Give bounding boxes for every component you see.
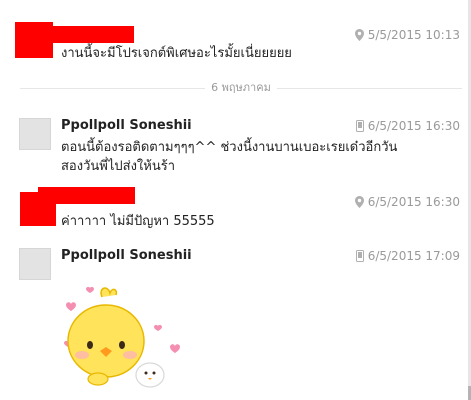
- yellow-chick-sticker[interactable]: [58, 283, 186, 391]
- sender-name[interactable]: Ppollpoll Soneshii: [61, 248, 192, 263]
- message-item: Ppollpoll Soneshii 6/5/2015 16:30 ตอนนี้…: [0, 110, 466, 180]
- phone-icon: [355, 250, 364, 262]
- message-timestamp: 6/5/2015 16:30: [367, 119, 460, 133]
- divider-text: 6 พฤษภาคม: [205, 81, 277, 94]
- sender-name[interactable]: Ppollpoll Soneshii: [61, 118, 192, 133]
- message-meta: 6/5/2015 17:09: [355, 249, 460, 263]
- avatar[interactable]: [19, 248, 51, 280]
- date-divider: 6 พฤษภาคม: [20, 80, 462, 96]
- message-text: ตอนนี้ต้องรอติดตามๆๆๆ^^ ช่วงนี้งานบานเบอ…: [61, 140, 398, 155]
- message-item: 5/5/2015 10:13 งานนี้จะมีโปรเจกต์พิเศษอะ…: [0, 0, 466, 78]
- message-text: ค่าาาาา ไม่มีปัญหา 55555: [61, 214, 215, 229]
- location-pin-icon: [354, 196, 364, 208]
- avatar[interactable]: [19, 118, 51, 150]
- message-item: 6/5/2015 16:30 ค่าาาาา ไม่มีปัญหา 55555: [0, 182, 466, 232]
- message-meta: 6/5/2015 16:30: [355, 119, 460, 133]
- message-timestamp: 5/5/2015 10:13: [367, 28, 460, 42]
- redacted-sender-name: [38, 187, 135, 204]
- message-text: สองวันพี่ไปส่งให้นร้า: [61, 159, 176, 174]
- redacted-sender-name: [38, 26, 134, 43]
- message-meta: 5/5/2015 10:13: [354, 28, 460, 42]
- message-meta: 6/5/2015 16:30: [354, 195, 460, 209]
- message-text: งานนี้จะมีโปรเจกต์พิเศษอะไรมั้ยเนี่ยยยยย: [61, 46, 292, 61]
- location-pin-icon: [354, 29, 364, 41]
- message-timestamp: 6/5/2015 17:09: [367, 249, 460, 263]
- phone-icon: [355, 120, 364, 132]
- message-timestamp: 6/5/2015 16:30: [367, 195, 460, 209]
- divider-label: 6 พฤษภาคม: [20, 80, 462, 96]
